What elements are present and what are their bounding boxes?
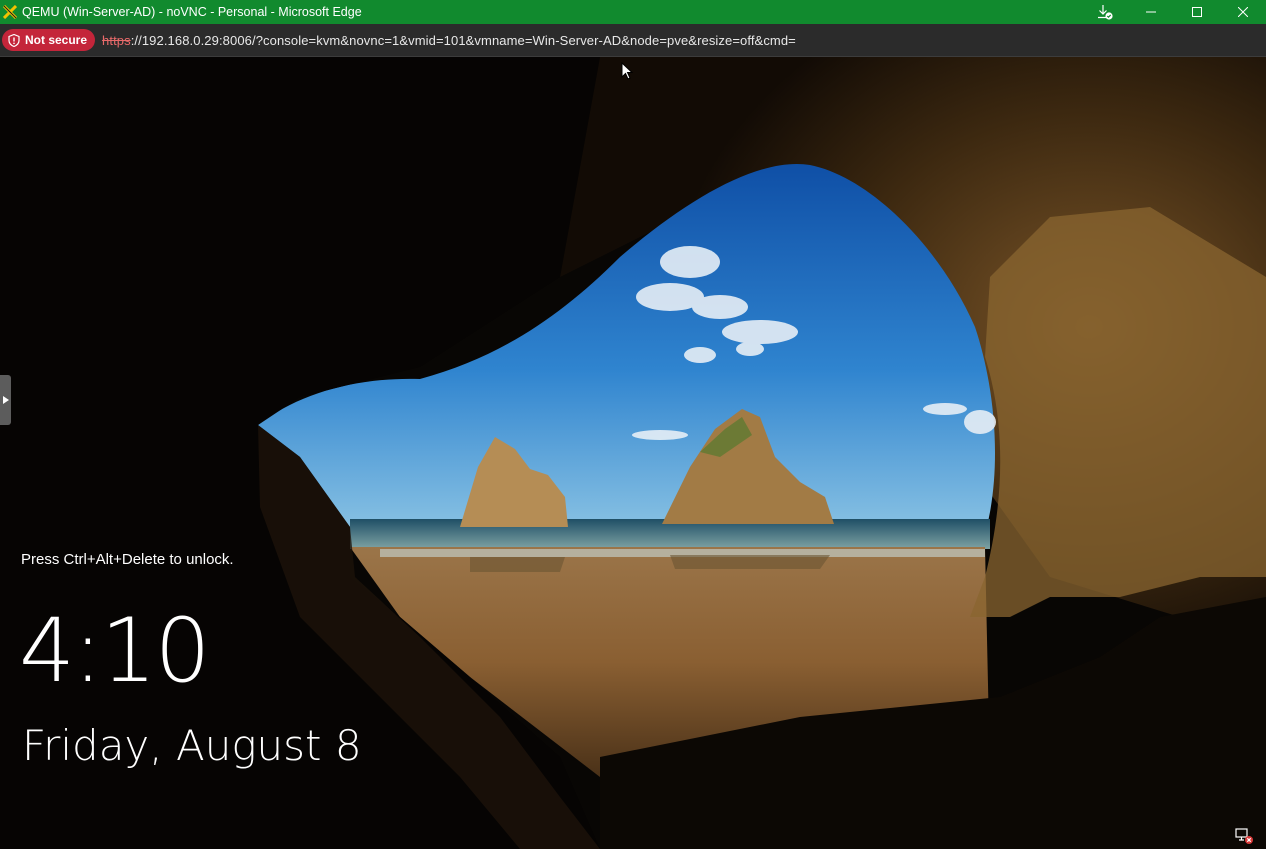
vnc-viewport[interactable]: Press Ctrl+Alt+Delete to unlock. 4:10 Fr… (0, 57, 1266, 849)
minimize-icon (1146, 11, 1156, 13)
address-bar: Not secure https://192.168.0.29:8006/?co… (0, 24, 1266, 57)
expand-arrow-icon (2, 396, 9, 404)
close-icon (1238, 7, 1248, 17)
mouse-cursor-icon (621, 62, 634, 80)
unlock-hint: Press Ctrl+Alt+Delete to unlock. (21, 551, 234, 568)
download-icon (1098, 5, 1113, 20)
maximize-icon (1192, 7, 1202, 17)
url-field[interactable]: https://192.168.0.29:8006/?console=kvm&n… (102, 33, 796, 48)
security-label: Not secure (25, 33, 88, 47)
title-bar: QEMU (Win-Server-AD) - noVNC - Personal … (0, 0, 1266, 24)
downloads-button[interactable] (1082, 0, 1128, 24)
maximize-button[interactable] (1174, 0, 1220, 24)
url-text: ://192.168.0.29:8006/?console=kvm&novnc=… (130, 32, 796, 48)
lock-clock: 4:10 (19, 599, 211, 702)
minimize-button[interactable] (1128, 0, 1174, 24)
shield-warning-icon (8, 33, 20, 47)
url-scheme: https (102, 32, 131, 48)
network-disconnected-icon[interactable] (1234, 827, 1254, 845)
not-secure-badge[interactable]: Not secure (2, 29, 96, 51)
novnc-sidebar-handle[interactable] (0, 375, 11, 425)
lock-date: Friday, August 8 (22, 721, 362, 770)
qemu-logo-icon (0, 2, 20, 22)
window-title: QEMU (Win-Server-AD) - noVNC - Personal … (22, 5, 362, 19)
close-button[interactable] (1220, 0, 1266, 24)
